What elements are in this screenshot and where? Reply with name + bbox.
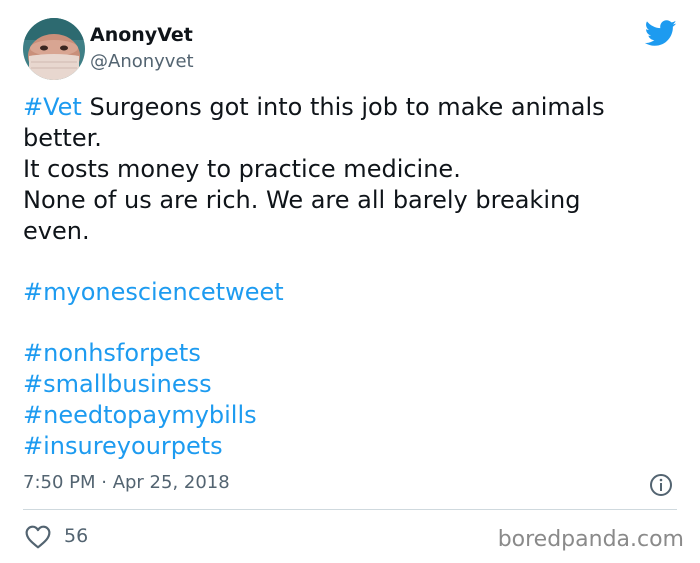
avatar[interactable] bbox=[23, 18, 85, 80]
hashtag-vet[interactable]: #Vet bbox=[23, 93, 82, 121]
tweet-line-1-text: Surgeons got into this job to make anima… bbox=[81, 93, 605, 121]
hashtag-myonesciencetweet[interactable]: #myonesciencetweet bbox=[23, 277, 673, 308]
info-icon[interactable] bbox=[649, 473, 673, 497]
twitter-bird-icon[interactable] bbox=[645, 20, 677, 47]
tweet-text: #Vet Surgeons got into this job to make … bbox=[23, 92, 673, 462]
tweet-line-3: It costs money to practice medicine. bbox=[23, 155, 461, 183]
author-display-name[interactable]: AnonyVet bbox=[90, 24, 193, 46]
tweet-line-2: better. bbox=[23, 124, 102, 152]
hashtag-insureyourpets[interactable]: #insureyourpets bbox=[23, 431, 673, 462]
hashtag-nonhsforpets[interactable]: #nonhsforpets bbox=[23, 338, 673, 369]
hashtag-needtopaymybills[interactable]: #needtopaymybills bbox=[23, 400, 673, 431]
avatar-photo bbox=[23, 18, 85, 80]
tweet-timestamp[interactable]: 7:50 PM · Apr 25, 2018 bbox=[23, 472, 230, 493]
author-handle[interactable]: @Anonyvet bbox=[90, 51, 194, 72]
heart-icon[interactable] bbox=[25, 525, 51, 549]
tweet-line-1: #Vet Surgeons got into this job to make … bbox=[23, 92, 673, 123]
tweet-line-4: None of us are rich. We are all barely b… bbox=[23, 186, 581, 214]
watermark: boredpanda.com bbox=[497, 527, 684, 552]
divider bbox=[23, 509, 677, 510]
hashtag-smallbusiness[interactable]: #smallbusiness bbox=[23, 369, 673, 400]
tweet-line-5: even. bbox=[23, 217, 90, 245]
like-count: 56 bbox=[64, 525, 89, 547]
